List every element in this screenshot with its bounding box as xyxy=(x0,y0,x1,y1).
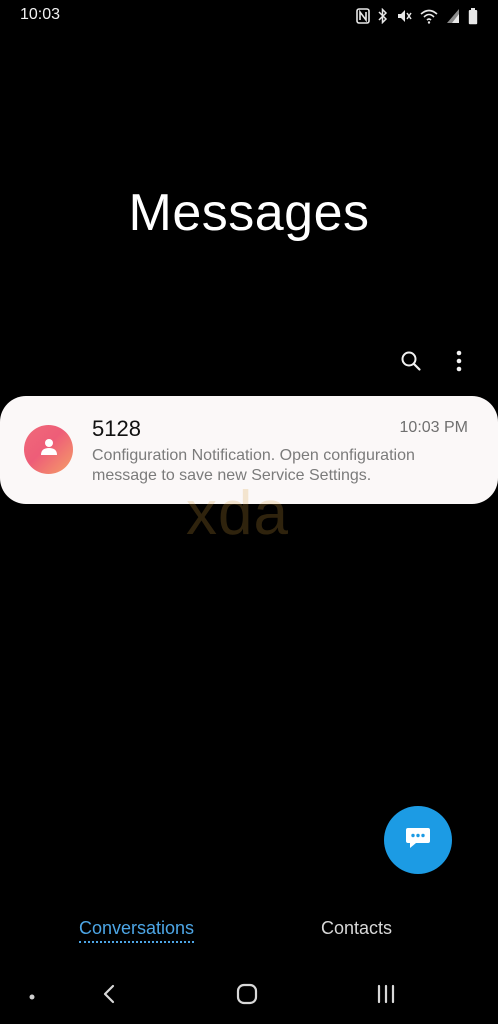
more-options-icon xyxy=(456,350,462,377)
compose-button[interactable] xyxy=(384,806,452,874)
home-icon xyxy=(236,983,258,1010)
more-options-button[interactable] xyxy=(441,345,477,381)
message-preview: Configuration Notification. Open configu… xyxy=(92,447,415,484)
bluetooth-icon xyxy=(378,8,388,24)
status-icons xyxy=(356,7,478,25)
contact-name: 5128 xyxy=(92,416,141,441)
status-time: 10:03 xyxy=(20,6,61,23)
page-title: Messages xyxy=(128,184,370,242)
search-icon xyxy=(400,350,422,377)
dot-icon xyxy=(29,987,35,1005)
recents-button[interactable] xyxy=(372,982,400,1010)
conversation-item[interactable]: 5128 10:03 PM Configuration Notification… xyxy=(0,396,498,504)
avatar xyxy=(24,425,73,474)
nfc-icon xyxy=(356,8,370,24)
message-timestamp: 10:03 PM xyxy=(399,419,468,436)
tab-conversations[interactable]: Conversations xyxy=(79,918,195,943)
compose-message-icon xyxy=(405,826,431,855)
nav-dot-button[interactable] xyxy=(24,982,40,1010)
back-icon xyxy=(102,984,116,1009)
navigation-bar xyxy=(0,968,498,1024)
bottom-tabs: Conversations Contacts xyxy=(0,912,498,952)
wifi-icon xyxy=(420,8,438,24)
recents-icon xyxy=(375,984,397,1009)
person-icon xyxy=(39,437,59,462)
battery-icon xyxy=(468,7,478,25)
mute-icon xyxy=(396,8,412,24)
home-button[interactable] xyxy=(234,982,260,1010)
search-button[interactable] xyxy=(393,345,429,381)
back-button[interactable] xyxy=(96,982,122,1010)
signal-icon xyxy=(446,8,460,24)
status-bar: 10:03 xyxy=(0,0,498,32)
tab-contacts[interactable]: Contacts xyxy=(321,918,392,939)
